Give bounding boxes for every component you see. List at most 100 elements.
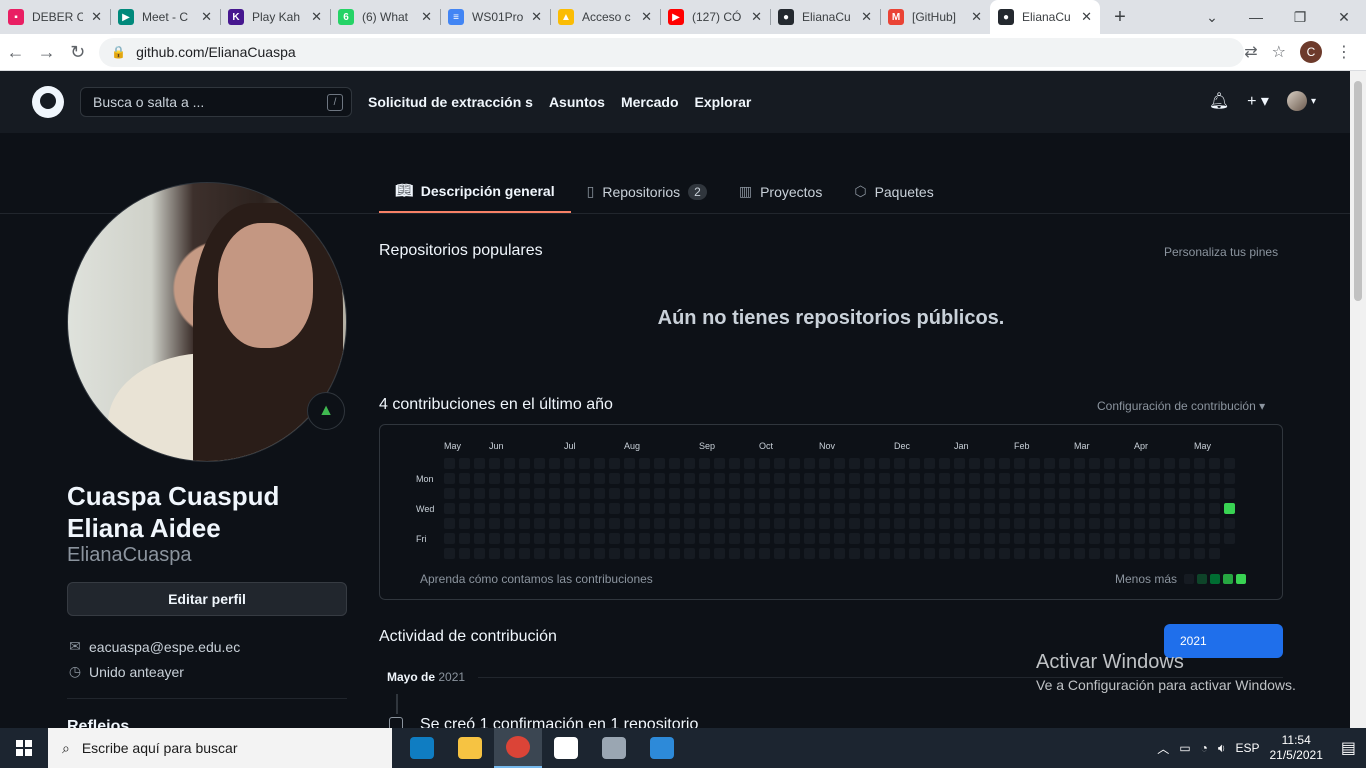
browser-menu-icon[interactable]: ⋮ xyxy=(1336,42,1352,62)
contribution-day-cell[interactable] xyxy=(819,488,830,499)
contribution-day-cell[interactable] xyxy=(489,458,500,469)
contribution-day-cell[interactable] xyxy=(489,473,500,484)
browser-tab[interactable]: ▶ Meet - C ✕ xyxy=(110,0,220,34)
contribution-day-cell[interactable] xyxy=(1059,518,1070,529)
contribution-day-cell[interactable] xyxy=(789,458,800,469)
contribution-day-cell[interactable] xyxy=(1179,548,1190,559)
contribution-day-cell[interactable] xyxy=(624,458,635,469)
nav-issues[interactable]: Asuntos xyxy=(549,94,605,110)
contribution-day-cell[interactable] xyxy=(834,533,845,544)
contribution-day-cell[interactable] xyxy=(519,533,530,544)
contribution-day-cell[interactable] xyxy=(1014,458,1025,469)
contribution-day-cell[interactable] xyxy=(924,548,935,559)
contribution-day-cell[interactable] xyxy=(1074,473,1085,484)
browser-tab[interactable]: M [GitHub] ✕ xyxy=(880,0,990,34)
contribution-day-cell[interactable] xyxy=(579,473,590,484)
contribution-day-cell[interactable] xyxy=(1194,473,1205,484)
close-tab-icon[interactable]: ✕ xyxy=(311,9,322,25)
contribution-day-cell[interactable] xyxy=(909,458,920,469)
contribution-day-cell[interactable] xyxy=(1059,488,1070,499)
contribution-day-cell[interactable] xyxy=(924,518,935,529)
contribution-day-cell[interactable] xyxy=(729,473,740,484)
contribution-day-cell[interactable] xyxy=(609,548,620,559)
contribution-day-cell[interactable] xyxy=(999,488,1010,499)
contribution-day-cell[interactable] xyxy=(564,548,575,559)
contribution-day-cell[interactable] xyxy=(849,518,860,529)
contribution-day-cell[interactable] xyxy=(714,518,725,529)
contribution-day-cell[interactable] xyxy=(789,533,800,544)
close-tab-icon[interactable]: ✕ xyxy=(751,9,762,25)
contribution-day-cell[interactable] xyxy=(654,473,665,484)
contribution-day-cell[interactable] xyxy=(549,458,560,469)
contribution-day-cell[interactable] xyxy=(1089,548,1100,559)
contribution-day-cell[interactable] xyxy=(504,548,515,559)
contribution-day-cell[interactable] xyxy=(1029,548,1040,559)
taskbar-app-photos[interactable] xyxy=(638,728,686,768)
contribution-day-cell[interactable] xyxy=(849,533,860,544)
contribution-day-cell[interactable] xyxy=(759,473,770,484)
contribution-day-cell[interactable] xyxy=(819,533,830,544)
language-indicator[interactable]: ESP xyxy=(1235,741,1259,755)
search-input[interactable]: Busca o salta a ... / xyxy=(80,87,352,117)
contribution-day-cell[interactable] xyxy=(1209,548,1220,559)
contribution-day-cell[interactable] xyxy=(609,518,620,529)
contribution-day-cell[interactable] xyxy=(624,518,635,529)
contribution-day-cell[interactable] xyxy=(774,548,785,559)
contribution-day-cell[interactable] xyxy=(474,488,485,499)
nav-marketplace[interactable]: Mercado xyxy=(621,94,679,110)
contribution-day-cell[interactable] xyxy=(984,548,995,559)
contribution-day-cell[interactable] xyxy=(984,518,995,529)
contribution-day-cell[interactable] xyxy=(744,518,755,529)
contribution-day-cell[interactable] xyxy=(609,533,620,544)
contribution-day-cell[interactable] xyxy=(1119,533,1130,544)
contribution-day-cell[interactable] xyxy=(1149,503,1160,514)
contribution-day-cell[interactable] xyxy=(729,503,740,514)
contribution-day-cell[interactable] xyxy=(774,488,785,499)
contribution-day-cell[interactable] xyxy=(729,518,740,529)
contribution-day-cell[interactable] xyxy=(1029,488,1040,499)
url-field[interactable]: 🔒 github.com/ElianaCuaspa xyxy=(99,37,1245,67)
contribution-day-cell[interactable] xyxy=(774,518,785,529)
github-logo-icon[interactable] xyxy=(32,86,64,118)
wifi-icon[interactable]: ◔ xyxy=(1201,741,1208,755)
bell-icon[interactable]: 🔔︎ xyxy=(1209,91,1229,111)
contribution-day-cell[interactable] xyxy=(759,488,770,499)
contribution-day-cell[interactable] xyxy=(444,458,455,469)
contribution-day-cell[interactable] xyxy=(834,473,845,484)
taskbar-search[interactable]: ⌕ Escribe aquí para buscar xyxy=(48,728,392,768)
contribution-day-cell[interactable] xyxy=(894,533,905,544)
contribution-day-cell[interactable] xyxy=(744,473,755,484)
contribution-day-cell[interactable] xyxy=(744,458,755,469)
contribution-day-cell[interactable] xyxy=(774,533,785,544)
contribution-day-cell[interactable] xyxy=(624,503,635,514)
browser-tab[interactable]: ● ElianaCu ✕ xyxy=(770,0,880,34)
contribution-day-cell[interactable] xyxy=(1224,473,1235,484)
contribution-day-cell[interactable] xyxy=(579,533,590,544)
contribution-day-cell[interactable] xyxy=(924,503,935,514)
contribution-day-cell[interactable] xyxy=(879,473,890,484)
contribution-day-cell[interactable] xyxy=(564,458,575,469)
contribution-day-cell[interactable] xyxy=(954,458,965,469)
contribution-day-cell[interactable] xyxy=(954,518,965,529)
contribution-day-cell[interactable] xyxy=(624,473,635,484)
contribution-day-cell[interactable] xyxy=(1089,473,1100,484)
contribution-day-cell[interactable] xyxy=(819,518,830,529)
contribution-day-cell[interactable] xyxy=(894,488,905,499)
profile-avatar[interactable] xyxy=(67,182,347,462)
contribution-day-cell[interactable] xyxy=(474,533,485,544)
contribution-day-cell[interactable] xyxy=(714,473,725,484)
contribution-day-cell[interactable] xyxy=(564,503,575,514)
contribution-day-cell[interactable] xyxy=(684,533,695,544)
contribution-day-cell[interactable] xyxy=(684,548,695,559)
contribution-day-cell[interactable] xyxy=(939,488,950,499)
contribution-day-cell[interactable] xyxy=(909,473,920,484)
contribution-day-cell[interactable] xyxy=(654,533,665,544)
contribution-day-cell[interactable] xyxy=(1179,503,1190,514)
contribution-day-cell[interactable] xyxy=(729,548,740,559)
browser-profile-avatar[interactable]: C xyxy=(1300,41,1322,63)
contribution-day-cell[interactable] xyxy=(534,518,545,529)
contribution-day-cell[interactable] xyxy=(1104,548,1115,559)
contribution-day-cell[interactable] xyxy=(699,488,710,499)
contribution-day-cell[interactable] xyxy=(924,533,935,544)
contribution-day-cell[interactable] xyxy=(1119,488,1130,499)
